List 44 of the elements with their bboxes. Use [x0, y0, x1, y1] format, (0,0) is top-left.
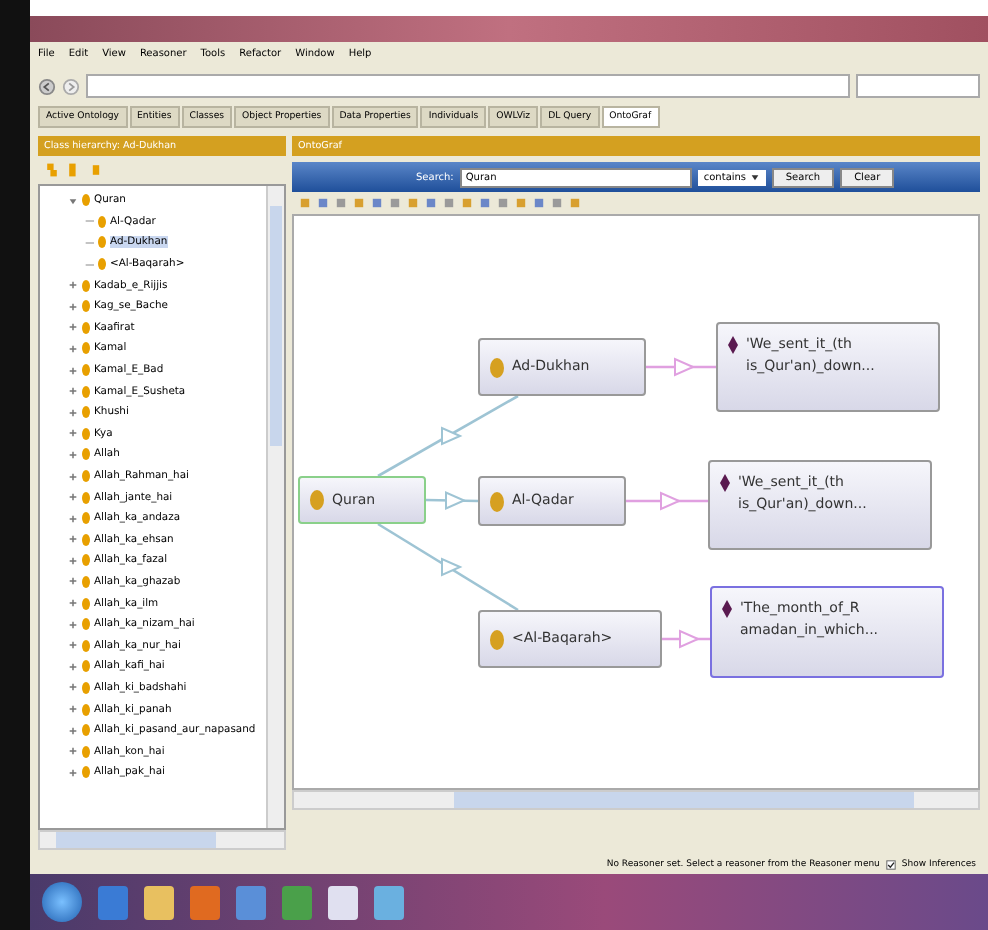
annotation-arrow — [662, 629, 710, 649]
app-icon[interactable] — [374, 885, 404, 919]
expand-icon[interactable] — [68, 449, 78, 460]
forward-icon[interactable] — [62, 77, 80, 95]
expand-icon[interactable] — [68, 619, 78, 630]
subclass-arrow — [425, 490, 479, 511]
start-button[interactable] — [42, 882, 82, 922]
expand-icon[interactable] — [68, 767, 78, 778]
expand-icon[interactable] — [68, 576, 78, 587]
expand-icon[interactable] — [68, 343, 78, 354]
expand-icon[interactable] — [68, 471, 78, 482]
app-icon[interactable] — [328, 885, 358, 919]
search-field[interactable] — [856, 74, 980, 98]
expand-icon[interactable] — [68, 534, 78, 545]
expand-icon[interactable] — [68, 555, 78, 566]
subclass-arrow — [377, 394, 519, 478]
collapse-icon[interactable] — [68, 195, 78, 206]
expand-icon[interactable] — [68, 280, 78, 291]
expand-icon[interactable] — [68, 322, 78, 333]
expand-icon[interactable] — [68, 661, 78, 672]
expand-icon[interactable] — [68, 407, 78, 418]
expand-icon[interactable] — [68, 513, 78, 524]
expand-icon[interactable] — [68, 746, 78, 757]
expand-icon[interactable] — [68, 301, 78, 312]
expand-icon[interactable] — [68, 640, 78, 651]
app-icon[interactable] — [282, 885, 312, 919]
show-inferences-checkbox[interactable] — [885, 859, 896, 869]
expand-icon[interactable] — [68, 704, 78, 715]
annotation-arrow — [626, 491, 708, 511]
expand-icon[interactable] — [68, 428, 78, 439]
expand-icon[interactable] — [68, 725, 78, 736]
caret-icon — [749, 172, 760, 182]
expand-icon[interactable] — [68, 492, 78, 503]
scrollbar[interactable] — [266, 186, 284, 828]
expand-icon[interactable] — [68, 386, 78, 397]
annotation-arrow — [646, 357, 716, 377]
expand-icon[interactable] — [68, 365, 78, 376]
expand-icon[interactable] — [68, 682, 78, 693]
scrollbar[interactable] — [292, 790, 980, 810]
back-icon[interactable] — [38, 77, 56, 95]
expand-icon[interactable] — [68, 598, 78, 609]
scrollbar[interactable] — [38, 830, 286, 850]
subclass-arrow — [377, 522, 519, 612]
ontology-iri-field[interactable] — [86, 74, 850, 98]
